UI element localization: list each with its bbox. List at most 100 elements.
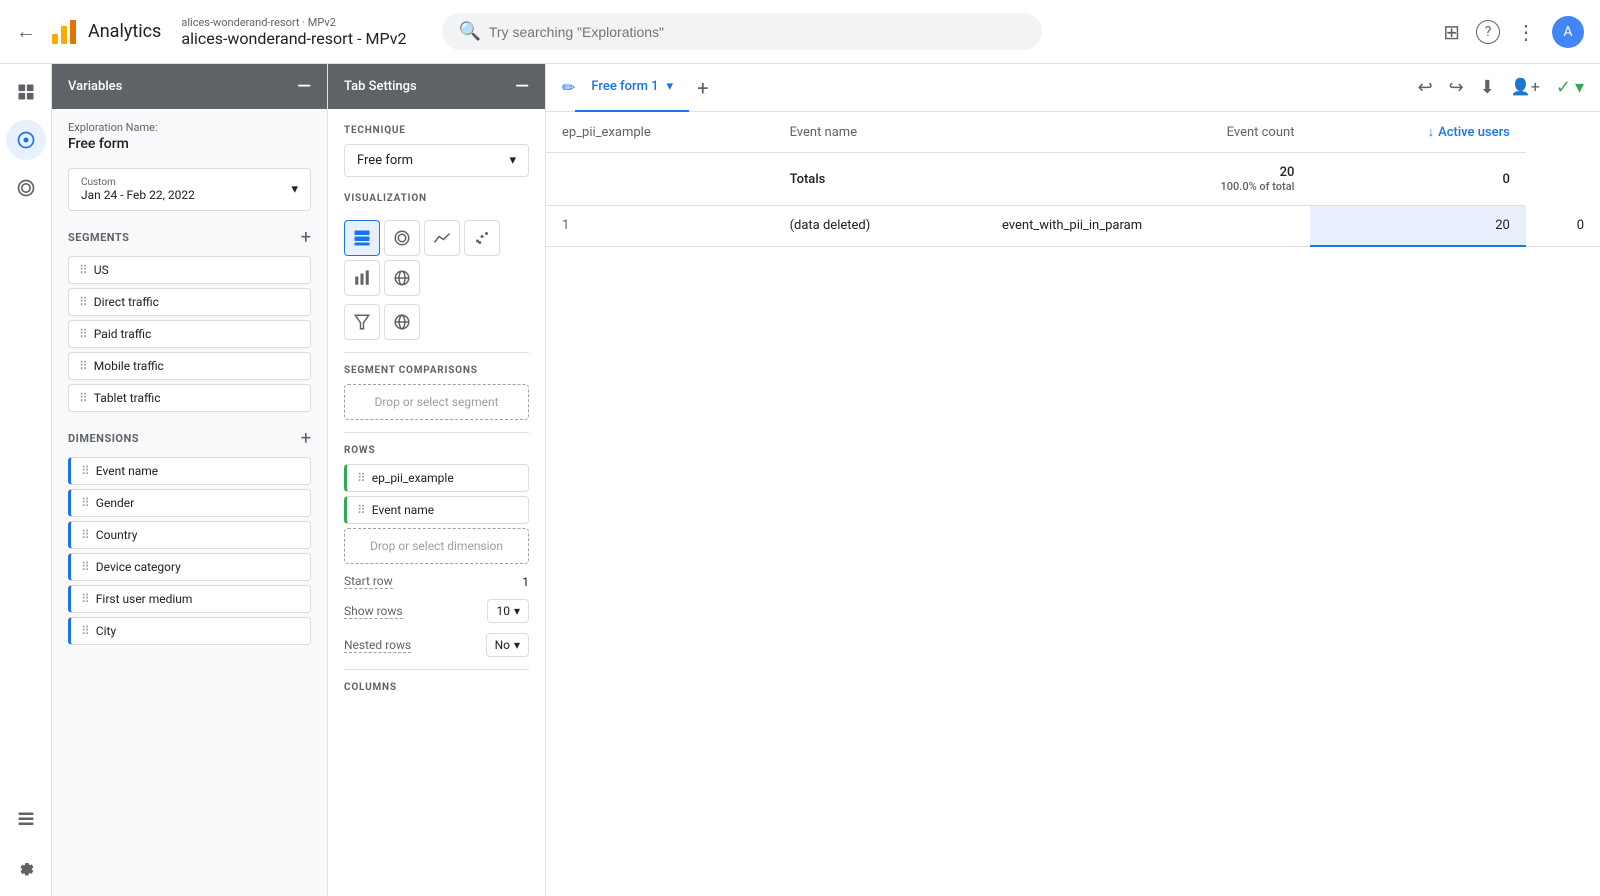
tab-settings-panel-close[interactable]: — — [515, 76, 529, 97]
viz-table-button[interactable] — [344, 220, 380, 256]
col-active-users-label: Active users — [1438, 125, 1510, 140]
row-active-users-cell: 0 — [1526, 206, 1600, 247]
row-number-cell: 1 — [546, 206, 774, 247]
viz-map-button[interactable] — [384, 304, 420, 340]
grid-icon[interactable]: ⊞ — [1443, 20, 1460, 44]
exploration-name-label: Exploration Name: — [68, 121, 311, 134]
segment-paid-traffic-label: Paid traffic — [94, 327, 152, 341]
table-header-row: ep_pii_example Event name Event count ↓A… — [546, 112, 1600, 153]
dimension-drop-zone[interactable]: Drop or select dimension — [344, 528, 529, 564]
segment-us[interactable]: ⠿ US — [68, 256, 311, 284]
tab-free-form-1-label: Free form 1 — [591, 79, 658, 94]
segment-direct-traffic-label: Direct traffic — [94, 295, 159, 309]
show-rows-label: Show rows — [344, 604, 403, 619]
row-ep-pii-example[interactable]: ⠿ ep_pii_example — [344, 464, 529, 492]
segment-drop-zone[interactable]: Drop or select segment — [344, 384, 529, 420]
col-active-users[interactable]: ↓Active users — [1310, 112, 1525, 153]
search-input[interactable] — [489, 24, 1027, 40]
sidebar-icon-settings[interactable] — [6, 848, 46, 888]
tab-add-button[interactable]: + — [697, 76, 708, 100]
variables-panel-title: Variables — [68, 79, 122, 94]
nested-rows-dropdown[interactable]: No ▾ — [486, 633, 529, 657]
nested-rows-label: Nested rows — [344, 638, 411, 653]
table-row: 1 (data deleted) event_with_pii_in_param… — [546, 206, 1600, 247]
dimension-device-category[interactable]: ⠿ Device category — [68, 553, 311, 581]
segment-paid-traffic[interactable]: ⠿ Paid traffic — [68, 320, 311, 348]
dimensions-add-button[interactable]: + — [301, 428, 311, 449]
viz-extra-icons — [344, 304, 529, 340]
nested-rows-dropdown-icon: ▾ — [514, 638, 520, 652]
drag-handle-icon: ⠿ — [81, 624, 90, 638]
date-range-picker[interactable]: Custom Jan 24 - Feb 22, 2022 ▾ — [68, 168, 311, 211]
segments-title: SEGMENTS — [68, 231, 129, 244]
redo-button[interactable]: ↪ — [1449, 77, 1464, 98]
drag-handle-icon: ⠿ — [81, 496, 90, 510]
row-event-name-label: Event name — [372, 503, 434, 517]
drag-handle-icon: ⠿ — [79, 327, 88, 341]
dimension-device-category-label: Device category — [96, 560, 181, 574]
totals-label: Totals — [774, 153, 986, 206]
dimension-event-name[interactable]: ⠿ Event name — [68, 457, 311, 485]
app-name: Analytics — [88, 21, 161, 42]
back-button[interactable]: ← — [16, 19, 36, 44]
drag-handle-icon: ⠿ — [357, 471, 366, 485]
dimension-gender[interactable]: ⠿ Gender — [68, 489, 311, 517]
check-icon: ✓ — [1556, 77, 1571, 98]
columns-section-title: COLUMNS — [344, 682, 529, 693]
dimension-country[interactable]: ⠿ Country — [68, 521, 311, 549]
main-content: ✏ Free form 1 ▾ + ↩ ↪ ⬇ 👤+ ✓ ▾ ep_pii_ex… — [546, 64, 1600, 896]
tab-dropdown-icon[interactable]: ▾ — [667, 79, 674, 94]
viz-donut-button[interactable] — [384, 220, 420, 256]
show-rows-dropdown[interactable]: 10 ▾ — [487, 599, 529, 623]
sidebar-icon-home[interactable] — [6, 72, 46, 112]
sidebar-icon-reports[interactable] — [6, 800, 46, 840]
segment-us-label: US — [94, 263, 109, 277]
totals-active-users: 0 — [1310, 153, 1525, 206]
undo-button[interactable]: ↩ — [1418, 77, 1433, 98]
search-box[interactable]: 🔍 — [442, 13, 1042, 50]
nested-rows-value: No — [495, 638, 510, 652]
row-ep-pii-cell: (data deleted) — [774, 206, 986, 247]
col-event-count[interactable]: Event count — [986, 112, 1310, 153]
segments-add-button[interactable]: + — [301, 227, 311, 248]
check-button[interactable]: ✓ ▾ — [1556, 77, 1584, 98]
sort-arrow-icon: ↓ — [1428, 125, 1435, 140]
variables-panel-close[interactable]: — — [297, 76, 311, 97]
segment-tablet-traffic-label: Tablet traffic — [94, 391, 161, 405]
viz-bar-button[interactable] — [344, 260, 380, 296]
technique-section-title: TECHNIQUE — [344, 125, 529, 136]
segment-direct-traffic[interactable]: ⠿ Direct traffic — [68, 288, 311, 316]
dimension-city-label: City — [96, 624, 116, 638]
property-info: alices-wonderand-resort · MPv2 alices-wo… — [181, 16, 406, 48]
rows-section-title: ROWS — [344, 445, 529, 456]
sidebar-icon-explore[interactable] — [6, 120, 46, 160]
help-icon[interactable]: ? — [1476, 20, 1500, 44]
dimension-first-user-medium[interactable]: ⠿ First user medium — [68, 585, 311, 613]
col-event-name[interactable]: Event name — [774, 112, 986, 153]
viz-funnel-button[interactable] — [344, 304, 380, 340]
analytics-logo-icon — [48, 16, 80, 48]
sidebar-icon-funnel[interactable] — [6, 168, 46, 208]
check-dropdown-icon: ▾ — [1575, 77, 1584, 98]
more-menu-icon[interactable]: ⋮ — [1516, 20, 1536, 44]
share-button[interactable]: 👤+ — [1511, 77, 1540, 98]
viz-scatter-button[interactable] — [464, 220, 500, 256]
property-name: alices-wonderand-resort - MPv2 — [181, 29, 406, 48]
row-event-name[interactable]: ⠿ Event name — [344, 496, 529, 524]
col-ep-pii-example[interactable]: ep_pii_example — [546, 112, 774, 153]
nav-actions: ⊞ ? ⋮ A — [1443, 16, 1584, 48]
exploration-name-value: Free form — [68, 136, 311, 152]
drag-handle-icon: ⠿ — [79, 359, 88, 373]
download-button[interactable]: ⬇ — [1480, 77, 1495, 98]
dimension-city[interactable]: ⠿ City — [68, 617, 311, 645]
user-avatar[interactable]: A — [1552, 16, 1584, 48]
technique-dropdown[interactable]: Free form ▾ — [344, 144, 529, 177]
start-row-value: 1 — [522, 575, 529, 589]
viz-line-button[interactable] — [424, 220, 460, 256]
viz-globe-button[interactable] — [384, 260, 420, 296]
segment-mobile-traffic[interactable]: ⠿ Mobile traffic — [68, 352, 311, 380]
drag-handle-icon: ⠿ — [81, 592, 90, 606]
nested-rows-setting: Nested rows No ▾ — [344, 633, 529, 657]
tab-free-form-1[interactable]: Free form 1 ▾ — [575, 64, 689, 112]
segment-tablet-traffic[interactable]: ⠿ Tablet traffic — [68, 384, 311, 412]
